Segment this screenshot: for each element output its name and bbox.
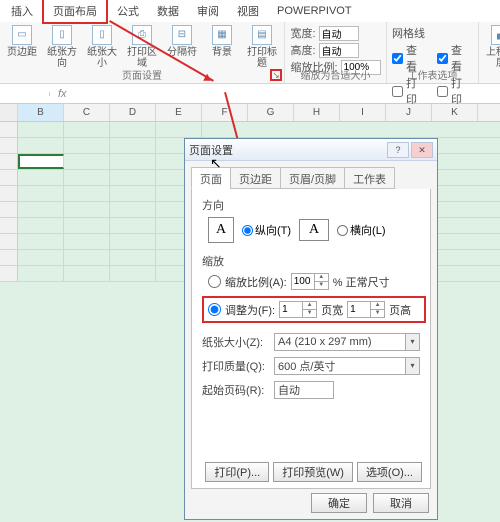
options-button[interactable]: 选项(O)...	[357, 462, 422, 482]
group-page-setup: ▭页边距 ▯纸张方向 ▯纸张大小 ⎙打印区域 ⊟分隔符 ▦背景 ▤打印标题 页面…	[0, 22, 285, 83]
dialog-title: 页面设置	[189, 142, 385, 158]
ok-button[interactable]: 确定	[311, 493, 367, 513]
dialog-tab-margins[interactable]: 页边距	[230, 167, 281, 189]
orientation-label: 方向	[202, 197, 420, 213]
dialog-tabs: 页面 页边距 页眉/页脚 工作表	[191, 167, 431, 189]
landscape-icon: A	[299, 219, 329, 241]
ribbon-tabs: 插入 页面布局 公式 数据 审阅 视图 POWERPIVOT	[0, 0, 500, 22]
tab-powerpivot[interactable]: POWERPIVOT	[268, 2, 361, 20]
tab-insert[interactable]: 插入	[2, 0, 42, 22]
tab-data[interactable]: 数据	[148, 0, 188, 22]
tab-review[interactable]: 审阅	[188, 0, 228, 22]
margins-icon: ▭	[12, 25, 32, 45]
tab-view[interactable]: 视图	[228, 0, 268, 22]
orientation-icon: ▯	[52, 25, 72, 45]
fit-height-spinner[interactable]: ▲▼	[347, 301, 385, 318]
tab-page-layout[interactable]: 页面布局	[42, 0, 108, 24]
help-button[interactable]: ?	[387, 142, 409, 158]
fit-to-radio[interactable]	[208, 303, 221, 316]
page-setup-dialog: 页面设置 ? ✕ 页面 页边距 页眉/页脚 工作表 方向 A 纵向(T) A 横…	[184, 138, 438, 520]
selected-cell[interactable]	[18, 154, 64, 169]
bring-forward-button[interactable]: ▞上移一层	[484, 25, 500, 69]
width-input[interactable]	[319, 26, 359, 41]
dialog-tab-sheet[interactable]: 工作表	[344, 167, 395, 189]
landscape-radio[interactable]	[337, 225, 348, 236]
name-box[interactable]	[0, 92, 50, 96]
dialog-titlebar[interactable]: 页面设置 ? ✕	[185, 139, 437, 161]
page-setup-group-label: 页面设置	[0, 67, 284, 82]
size-button[interactable]: ▯纸张大小	[85, 25, 119, 69]
dialog-panel: 方向 A 纵向(T) A 横向(L) 缩放 缩放比例(A): ▲▼ % 正常尺寸…	[191, 189, 431, 489]
print-titles-icon: ▤	[252, 25, 272, 45]
background-icon: ▦	[212, 25, 232, 45]
group-scale-to-fit: 宽度: 高度: 缩放比例: 缩放为合适大小	[285, 22, 387, 83]
first-page-input[interactable]: 自动	[274, 381, 334, 399]
adjust-to-radio[interactable]	[208, 275, 221, 288]
group-sheet-options: 网格线 查看 查看 打印 打印 工作表选项	[387, 22, 479, 83]
fx-label: fx	[50, 88, 75, 100]
print-quality-combo[interactable]: 600 点/英寸▾	[274, 357, 420, 375]
group-arrange: ▞上移一层 ▚下移一层	[479, 22, 500, 83]
cancel-button[interactable]: 取消	[373, 493, 429, 513]
gridlines-view-check[interactable]	[392, 53, 403, 64]
gridlines-print-check[interactable]	[392, 86, 403, 97]
close-button[interactable]: ✕	[411, 142, 433, 158]
print-button[interactable]: 打印(P)...	[205, 462, 269, 482]
height-input[interactable]	[319, 43, 359, 58]
size-icon: ▯	[92, 25, 112, 45]
bring-forward-icon: ▞	[491, 25, 500, 45]
headings-view-check[interactable]	[437, 53, 448, 64]
margins-button[interactable]: ▭页边距	[5, 25, 39, 69]
portrait-radio[interactable]	[242, 225, 253, 236]
column-headers: BCDEFGHIJK	[0, 104, 500, 122]
print-preview-button[interactable]: 打印预览(W)	[273, 462, 353, 482]
scale-to-fit-label: 缩放为合适大小	[285, 67, 386, 82]
dialog-tab-page[interactable]: 页面	[191, 167, 231, 189]
scaling-label: 缩放	[202, 253, 420, 269]
paper-size-combo[interactable]: A4 (210 x 297 mm)▾	[274, 333, 420, 351]
breaks-icon: ⊟	[172, 25, 192, 45]
headings-print-check[interactable]	[437, 86, 448, 97]
fit-width-spinner[interactable]: ▲▼	[279, 301, 317, 318]
orientation-button[interactable]: ▯纸张方向	[45, 25, 79, 69]
ribbon: ▭页边距 ▯纸张方向 ▯纸张大小 ⎙打印区域 ⊟分隔符 ▦背景 ▤打印标题 页面…	[0, 22, 500, 84]
dialog-tab-header-footer[interactable]: 页眉/页脚	[280, 167, 345, 189]
background-button[interactable]: ▦背景	[205, 25, 239, 69]
print-titles-button[interactable]: ▤打印标题	[245, 25, 279, 69]
page-setup-launcher[interactable]: ↘	[270, 69, 282, 81]
sheet-options-label: 工作表选项	[387, 67, 478, 82]
tab-formulas[interactable]: 公式	[108, 0, 148, 22]
scale-spinner[interactable]: ▲▼	[291, 273, 329, 290]
portrait-icon: A	[208, 217, 234, 243]
